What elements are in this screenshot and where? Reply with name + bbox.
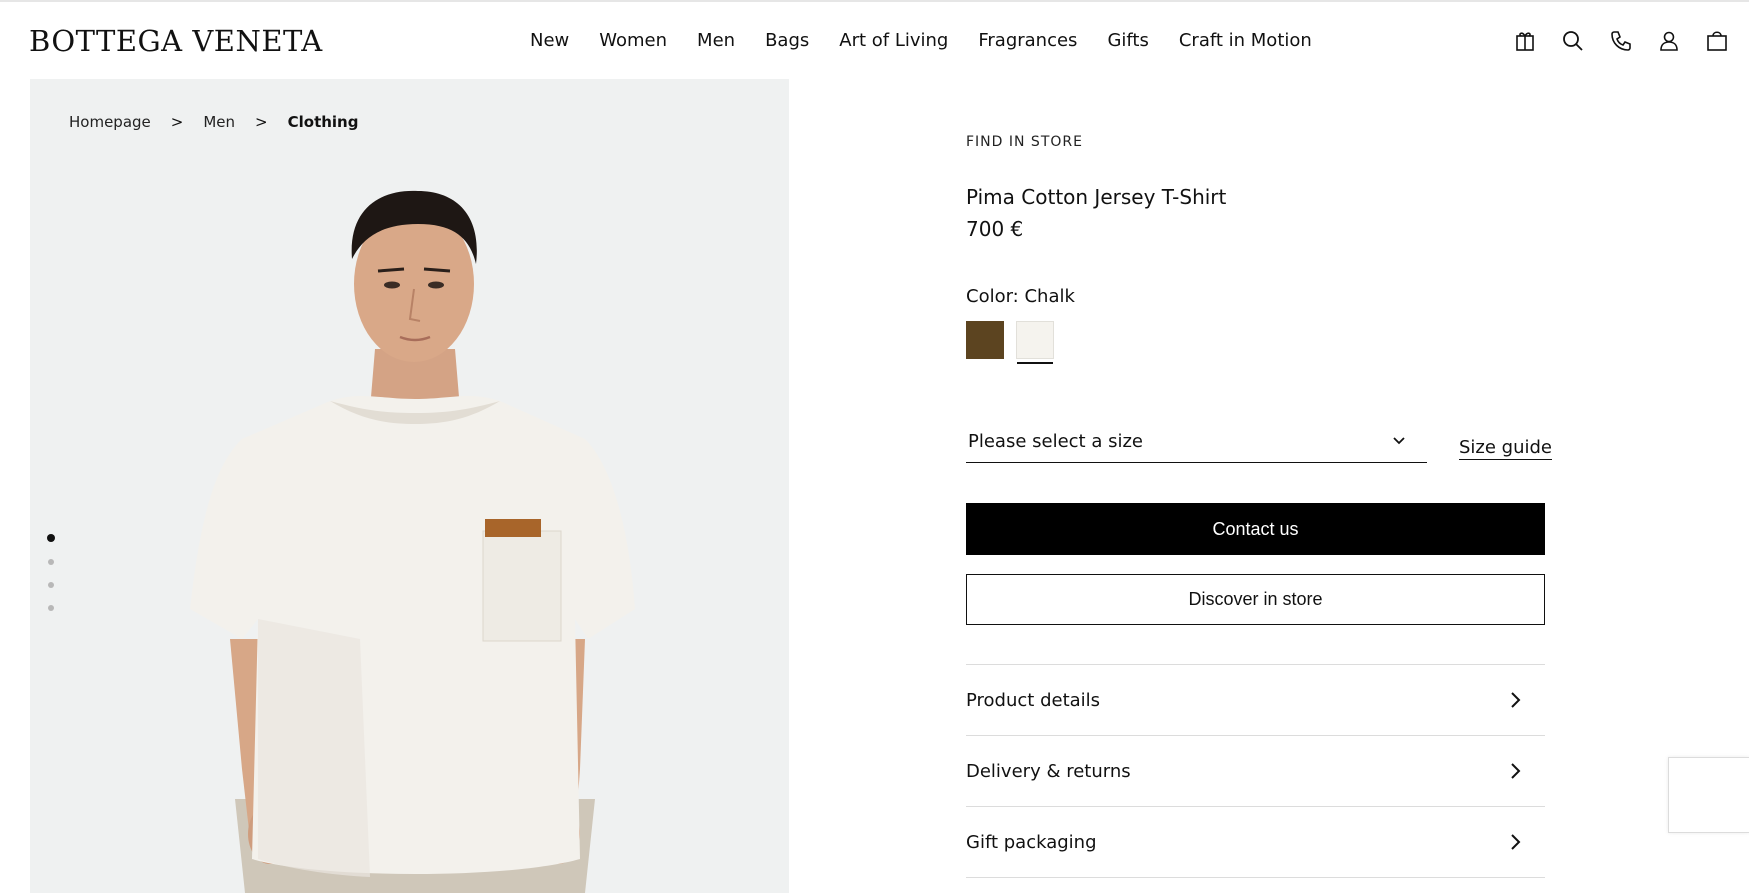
- bag-icon[interactable]: [1705, 28, 1729, 54]
- nav-item-gifts[interactable]: Gifts: [1107, 30, 1148, 51]
- brand-logo[interactable]: BOTTEGA VENETA: [29, 24, 323, 58]
- gallery-dot-2[interactable]: [48, 559, 54, 565]
- breadcrumb-clothing: Clothing: [287, 113, 359, 131]
- gallery-dot-3[interactable]: [48, 582, 54, 588]
- breadcrumb: Homepage > Men > Clothing: [69, 113, 358, 131]
- account-icon[interactable]: [1657, 28, 1681, 54]
- product-name: Pima Cotton Jersey T-Shirt: [966, 185, 1227, 209]
- product-accordion: Product details Delivery & returns Gift …: [966, 664, 1545, 878]
- accordion-gift-packaging[interactable]: Gift packaging: [966, 807, 1545, 878]
- accordion-label: Delivery & returns: [966, 760, 1131, 782]
- nav-item-new[interactable]: New: [530, 30, 569, 51]
- breadcrumb-separator: >: [170, 113, 184, 131]
- accordion-label: Gift packaging: [966, 831, 1097, 853]
- nav-item-women[interactable]: Women: [599, 30, 667, 51]
- nav-item-bags[interactable]: Bags: [765, 30, 809, 51]
- breadcrumb-men[interactable]: Men: [203, 113, 235, 131]
- floating-widget[interactable]: [1668, 757, 1749, 833]
- phone-icon[interactable]: [1609, 28, 1633, 54]
- nav-item-art-of-living[interactable]: Art of Living: [839, 30, 948, 51]
- size-select-value: Please select a size: [968, 430, 1143, 452]
- search-icon[interactable]: [1561, 28, 1585, 54]
- product-image[interactable]: [30, 79, 789, 893]
- header-actions: [1513, 28, 1729, 54]
- chevron-right-icon: [1511, 834, 1521, 850]
- chevron-right-icon: [1511, 763, 1521, 779]
- chevron-right-icon: [1511, 692, 1521, 708]
- accordion-delivery-returns[interactable]: Delivery & returns: [966, 736, 1545, 807]
- main-nav: New Women Men Bags Art of Living Fragran…: [530, 30, 1342, 51]
- contact-us-button[interactable]: Contact us: [966, 503, 1545, 555]
- color-swatches: [966, 321, 1054, 364]
- accordion-label: Product details: [966, 689, 1101, 711]
- product-gallery: Homepage > Men > Clothing: [30, 79, 789, 893]
- swatch-brown[interactable]: [966, 321, 1004, 359]
- size-select[interactable]: Please select a size: [966, 420, 1427, 463]
- nav-item-craft-in-motion[interactable]: Craft in Motion: [1179, 30, 1312, 51]
- accordion-product-details[interactable]: Product details: [966, 665, 1545, 736]
- gallery-dot-4[interactable]: [48, 605, 54, 611]
- gallery-dot-1[interactable]: [47, 534, 55, 542]
- breadcrumb-homepage[interactable]: Homepage: [69, 113, 151, 131]
- product-price: 700 €: [966, 217, 1024, 241]
- find-in-store-link[interactable]: FIND IN STORE: [966, 134, 1083, 150]
- size-guide-link[interactable]: Size guide: [1459, 437, 1553, 460]
- discover-in-store-button[interactable]: Discover in store: [966, 574, 1545, 625]
- color-label: Color: Chalk: [966, 286, 1075, 307]
- nav-item-men[interactable]: Men: [697, 30, 735, 51]
- breadcrumb-separator: >: [255, 113, 268, 131]
- gift-icon[interactable]: [1513, 28, 1537, 54]
- swatch-chalk[interactable]: [1016, 321, 1054, 364]
- site-header: BOTTEGA VENETA New Women Men Bags Art of…: [0, 0, 1749, 78]
- chevron-down-icon: [1393, 437, 1405, 445]
- nav-item-fragrances[interactable]: Fragrances: [978, 30, 1077, 51]
- gallery-dots: [47, 534, 55, 611]
